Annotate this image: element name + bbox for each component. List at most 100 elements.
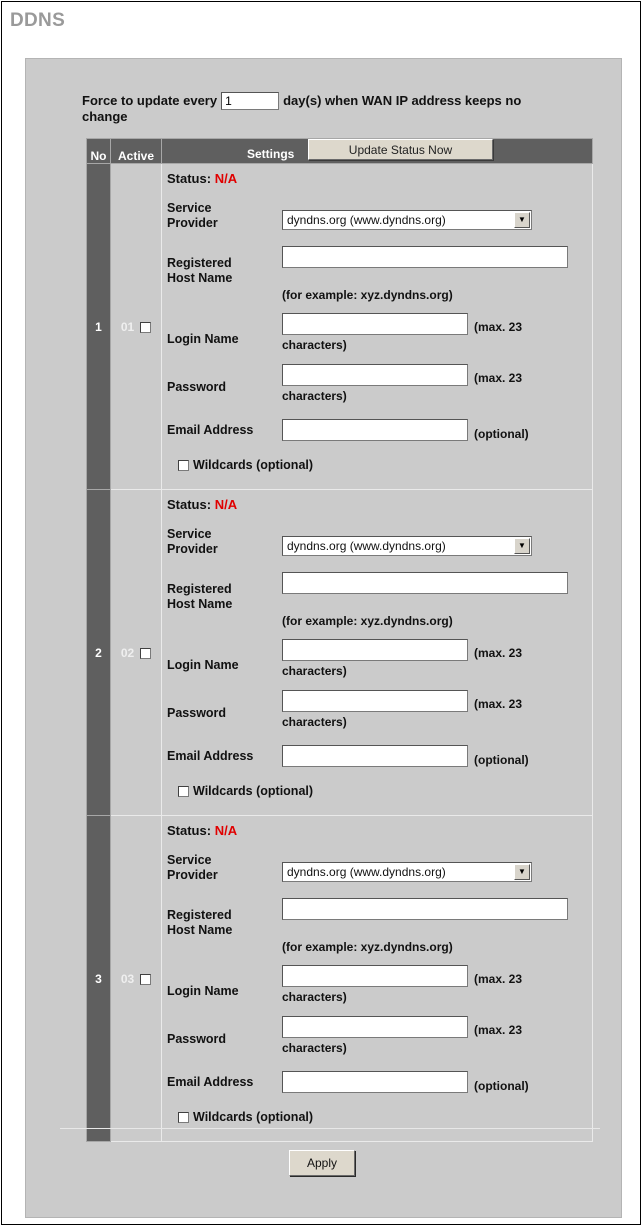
login-max-note-wrap: characters) xyxy=(282,338,347,352)
ddns-entry-row: 1 01 Status: N/A Service Provider dyndns… xyxy=(86,163,593,490)
password-max-note-wrap: characters) xyxy=(282,715,347,729)
active-checkbox[interactable] xyxy=(140,322,152,334)
entry-settings-cell: Status: N/A Service Provider dyndns.org … xyxy=(161,815,593,1142)
entry-number: 2 xyxy=(86,489,111,816)
service-provider-select[interactable]: dyndns.org (www.dyndns.org) ▼ xyxy=(282,862,532,882)
host-example-hint: (for example: xyz.dyndns.org) xyxy=(282,940,453,954)
password-label: Password xyxy=(167,380,227,394)
password-max-note: (max. 23 xyxy=(474,697,523,711)
password-label: Password xyxy=(167,1032,227,1046)
column-header-settings: Settings Update Status Now xyxy=(161,138,593,164)
update-status-now-button[interactable]: Update Status Now xyxy=(308,139,493,160)
wildcards-label: Wildcards (optional) xyxy=(193,1110,314,1124)
login-name-label: Login Name xyxy=(167,658,239,672)
column-header-active: Active xyxy=(110,138,162,164)
host-name-label: Registered Host Name xyxy=(167,582,233,611)
password-max-note: (max. 23 xyxy=(474,1023,523,1037)
entry-active-cell: 02 xyxy=(110,489,162,816)
status-label: Status: xyxy=(167,823,212,838)
service-provider-select[interactable]: dyndns.org (www.dyndns.org) ▼ xyxy=(282,536,532,556)
status-value: N/A xyxy=(214,171,238,186)
apply-button[interactable]: Apply xyxy=(289,1150,355,1176)
entry-index: 01 xyxy=(120,320,135,334)
email-address-label: Email Address xyxy=(167,749,254,763)
status-value: N/A xyxy=(214,497,238,512)
password-max-note-wrap: characters) xyxy=(282,389,347,403)
password-input[interactable] xyxy=(282,364,468,386)
password-max-note-wrap: characters) xyxy=(282,1041,347,1055)
password-label: Password xyxy=(167,706,227,720)
ddns-table: No Active Settings Update Status Now 1 0… xyxy=(86,138,593,1142)
force-update-suffix: day(s) when WAN IP address keeps no xyxy=(283,93,522,108)
service-provider-value: dyndns.org (www.dyndns.org) xyxy=(287,213,446,227)
login-max-note: (max. 23 xyxy=(474,972,523,986)
host-example-hint: (for example: xyz.dyndns.org) xyxy=(282,288,453,302)
email-address-input[interactable] xyxy=(282,1071,468,1093)
ddns-entry-row: 2 02 Status: N/A Service Provider dyndns… xyxy=(86,489,593,816)
email-address-input[interactable] xyxy=(282,745,468,767)
host-name-input[interactable] xyxy=(282,898,568,920)
status-label: Status: xyxy=(167,171,212,186)
login-max-note-wrap: characters) xyxy=(282,990,347,1004)
force-update-days-input[interactable] xyxy=(221,92,280,110)
entry-index: 02 xyxy=(120,646,135,660)
status-value: N/A xyxy=(214,823,238,838)
login-name-input[interactable] xyxy=(282,639,468,661)
ddns-entry-row: 3 03 Status: N/A Service Provider dyndns… xyxy=(86,815,593,1142)
settings-header-label: Settings xyxy=(247,147,295,161)
login-max-note: (max. 23 xyxy=(474,646,523,660)
entry-active-cell: 03 xyxy=(110,815,162,1142)
column-header-no: No xyxy=(86,138,111,164)
entry-index: 03 xyxy=(120,972,135,986)
wildcards-row: Wildcards (optional) xyxy=(178,784,313,798)
wildcards-checkbox[interactable] xyxy=(178,1111,189,1123)
chevron-down-icon[interactable]: ▼ xyxy=(514,864,530,880)
host-name-label: Registered Host Name xyxy=(167,908,233,937)
force-update-label: Force to update every xyxy=(82,93,218,108)
email-address-label: Email Address xyxy=(167,1075,254,1089)
email-address-label: Email Address xyxy=(167,423,254,437)
host-name-input[interactable] xyxy=(282,572,568,594)
service-provider-select[interactable]: dyndns.org (www.dyndns.org) ▼ xyxy=(282,210,532,230)
service-provider-label: Service Provider xyxy=(167,201,218,230)
entry-settings-cell: Status: N/A Service Provider dyndns.org … xyxy=(161,489,593,816)
wildcards-checkbox[interactable] xyxy=(178,459,189,471)
table-header-row: No Active Settings Update Status Now xyxy=(86,138,593,164)
active-checkbox[interactable] xyxy=(140,648,152,660)
active-checkbox[interactable] xyxy=(140,974,152,986)
login-name-input[interactable] xyxy=(282,313,468,335)
host-example-hint: (for example: xyz.dyndns.org) xyxy=(282,614,453,628)
entry-settings-cell: Status: N/A Service Provider dyndns.org … xyxy=(161,163,593,490)
ddns-panel: Force to update every day(s) when WAN IP… xyxy=(25,58,622,1218)
service-provider-label: Service Provider xyxy=(167,527,218,556)
chevron-down-icon[interactable]: ▼ xyxy=(514,212,530,228)
entry-number: 1 xyxy=(86,163,111,490)
status-line: Status: N/A xyxy=(167,171,237,186)
wildcards-row: Wildcards (optional) xyxy=(178,1110,313,1124)
host-name-input[interactable] xyxy=(282,246,568,268)
service-provider-value: dyndns.org (www.dyndns.org) xyxy=(287,539,446,553)
host-name-label: Registered Host Name xyxy=(167,256,233,285)
wildcards-checkbox[interactable] xyxy=(178,785,189,797)
entry-number: 3 xyxy=(86,815,111,1142)
wildcards-label: Wildcards (optional) xyxy=(193,784,314,798)
ddns-window: DDNS Force to update every day(s) when W… xyxy=(1,1,641,1225)
chevron-down-icon[interactable]: ▼ xyxy=(514,538,530,554)
login-name-label: Login Name xyxy=(167,984,239,998)
email-optional-note: (optional) xyxy=(474,1079,529,1093)
service-provider-label: Service Provider xyxy=(167,853,218,882)
email-optional-note: (optional) xyxy=(474,427,529,441)
service-provider-value: dyndns.org (www.dyndns.org) xyxy=(287,865,446,879)
entry-active-cell: 01 xyxy=(110,163,162,490)
status-line: Status: N/A xyxy=(167,823,237,838)
password-input[interactable] xyxy=(282,690,468,712)
force-update-wrap: change xyxy=(82,109,128,124)
status-line: Status: N/A xyxy=(167,497,237,512)
login-name-input[interactable] xyxy=(282,965,468,987)
email-address-input[interactable] xyxy=(282,419,468,441)
email-optional-note: (optional) xyxy=(474,753,529,767)
password-input[interactable] xyxy=(282,1016,468,1038)
login-max-note: (max. 23 xyxy=(474,320,523,334)
login-max-note-wrap: characters) xyxy=(282,664,347,678)
page-title: DDNS xyxy=(10,10,66,31)
